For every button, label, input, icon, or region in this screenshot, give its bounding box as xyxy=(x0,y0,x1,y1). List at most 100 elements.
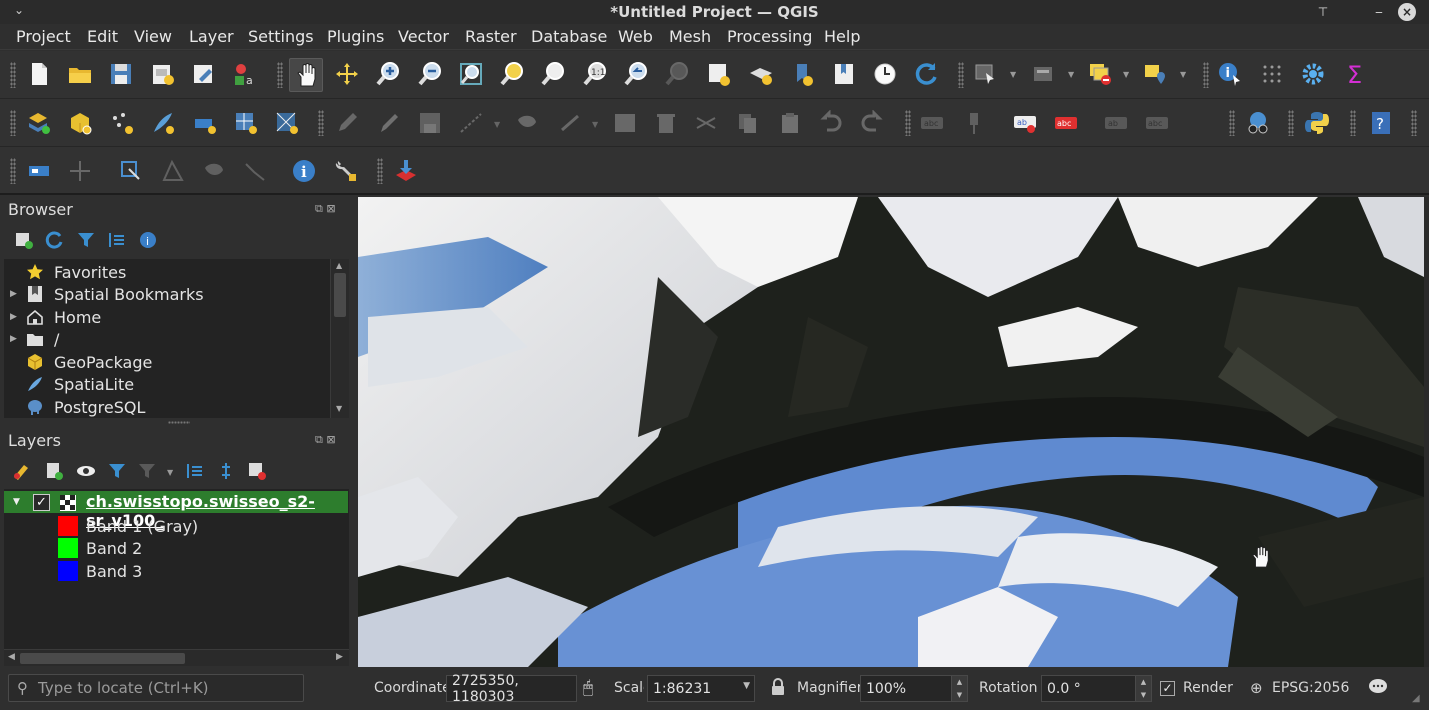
attribute-table-icon[interactable] xyxy=(1257,59,1287,89)
dropdown-caret[interactable]: ▼ xyxy=(1123,70,1131,79)
redo-icon[interactable] xyxy=(857,108,887,138)
undo-icon[interactable] xyxy=(816,108,846,138)
rotate-label-icon[interactable]: abc xyxy=(1142,108,1172,138)
browser-scrollbar[interactable]: ▲ ▼ xyxy=(330,259,349,418)
new-virtual-layer-icon[interactable] xyxy=(231,108,261,138)
expand-all-icon[interactable] xyxy=(185,461,205,485)
dropdown-caret[interactable]: ▼ xyxy=(592,120,600,129)
expand-arrow-icon[interactable]: ▶ xyxy=(10,312,17,322)
add-group-icon[interactable] xyxy=(44,461,64,485)
python-console-icon[interactable] xyxy=(1302,108,1332,138)
menu-help[interactable]: Help xyxy=(824,27,860,46)
close-panel-icon[interactable]: ⊠ xyxy=(326,433,335,446)
new-map-view-icon[interactable] xyxy=(704,59,734,89)
cut-features-icon[interactable] xyxy=(691,108,721,138)
menu-vector[interactable]: Vector xyxy=(398,27,449,46)
scroll-down-icon[interactable]: ▼ xyxy=(336,404,342,413)
zoom-native-resolution-icon[interactable]: 1:1 xyxy=(580,59,610,89)
messages-icon[interactable] xyxy=(1368,678,1388,700)
crs-globe-icon[interactable]: ⊕ xyxy=(1250,679,1263,697)
menu-settings[interactable]: Settings xyxy=(248,27,314,46)
layer-labeling-options-icon[interactable]: ab xyxy=(1010,108,1040,138)
scrollbar-thumb[interactable] xyxy=(334,273,346,317)
menu-database[interactable]: Database xyxy=(531,27,607,46)
toolbar-grip[interactable] xyxy=(10,62,16,88)
annotation-tool-icon[interactable] xyxy=(199,156,229,186)
save-layer-edits-icon[interactable] xyxy=(415,108,445,138)
dropdown-caret[interactable]: ▼ xyxy=(494,120,502,129)
resize-grip-icon[interactable]: ◢ xyxy=(1412,693,1420,704)
menu-edit[interactable]: Edit xyxy=(87,27,118,46)
lock-scale-icon[interactable] xyxy=(770,677,786,701)
dropdown-caret[interactable]: ▼ xyxy=(1068,70,1076,79)
new-temporary-layer-icon[interactable] xyxy=(190,108,220,138)
menu-layer[interactable]: Layer xyxy=(189,27,234,46)
float-panel-icon[interactable]: ⧉ xyxy=(315,202,323,215)
rotation-spinbox[interactable]: 0.0 ° ▲ ▼ xyxy=(1041,675,1152,702)
menu-view[interactable]: View xyxy=(134,27,172,46)
zoom-out-icon[interactable] xyxy=(415,59,445,89)
help-icon[interactable]: ? xyxy=(1366,108,1396,138)
menu-plugins[interactable]: Plugins xyxy=(327,27,384,46)
remove-layer-icon[interactable] xyxy=(247,461,267,485)
toolbar-grip[interactable] xyxy=(377,158,383,184)
map-canvas[interactable] xyxy=(358,197,1424,667)
new-shapefile-layer-icon[interactable] xyxy=(107,108,137,138)
select-by-value-icon[interactable] xyxy=(1028,59,1058,89)
collapse-all-icon[interactable] xyxy=(107,230,127,254)
new-project-icon[interactable] xyxy=(24,59,54,89)
new-spatial-bookmark-icon[interactable] xyxy=(788,59,818,89)
locator-search-input[interactable]: ⚲ Type to locate (Ctrl+K) xyxy=(8,674,304,702)
download-layer-icon[interactable] xyxy=(391,156,421,186)
open-layer-styling-icon[interactable] xyxy=(12,461,32,485)
measure-area-icon[interactable] xyxy=(116,156,146,186)
spin-buttons[interactable]: ▲ ▼ xyxy=(1135,676,1151,701)
current-edits-icon[interactable] xyxy=(332,108,362,138)
temporal-controller-icon[interactable] xyxy=(870,59,900,89)
close-window-icon[interactable]: × xyxy=(1398,3,1416,21)
toolbar-grip[interactable] xyxy=(10,158,16,184)
deselect-features-icon[interactable] xyxy=(1085,59,1115,89)
highlight-unplaced-labels-icon[interactable]: abc xyxy=(1051,108,1081,138)
browser-item-home[interactable]: Home xyxy=(26,306,101,328)
wrench-tools-icon[interactable] xyxy=(331,156,361,186)
spin-buttons[interactable]: ▲ ▼ xyxy=(951,676,967,701)
globe-binoculars-icon[interactable] xyxy=(1243,108,1273,138)
new-3d-map-view-icon[interactable] xyxy=(746,59,776,89)
zoom-full-icon[interactable] xyxy=(456,59,486,89)
layers-panel-controls[interactable]: ⧉ ⊠ xyxy=(315,433,336,447)
vertex-tool-icon[interactable] xyxy=(556,108,586,138)
spin-down-icon[interactable]: ▼ xyxy=(1141,691,1146,699)
menu-web[interactable]: Web xyxy=(618,27,653,46)
crs-button[interactable]: EPSG:2056 xyxy=(1272,680,1349,696)
statistical-summary-icon[interactable]: Σ xyxy=(1340,59,1370,89)
browser-item-spatial-bookmarks[interactable]: Spatial Bookmarks xyxy=(26,283,204,305)
magnifier-spinbox[interactable]: 100% ▲ ▼ xyxy=(860,675,968,702)
close-panel-icon[interactable]: ⊠ xyxy=(326,202,335,215)
spin-up-icon[interactable]: ▲ xyxy=(957,678,962,686)
toolbar-grip[interactable] xyxy=(318,110,324,136)
paste-features-icon[interactable] xyxy=(775,108,805,138)
menu-mesh[interactable]: Mesh xyxy=(669,27,711,46)
show-bookmarks-icon[interactable] xyxy=(829,59,859,89)
digitize-line-icon[interactable] xyxy=(456,108,486,138)
browser-item-postgresql[interactable]: PostgreSQL xyxy=(26,396,145,418)
refresh-browser-icon[interactable] xyxy=(44,230,64,254)
style-manager-icon[interactable]: a xyxy=(230,59,260,89)
toolbar-grip[interactable] xyxy=(1288,110,1294,136)
zoom-to-selection-icon[interactable] xyxy=(497,59,527,89)
measure-line-icon[interactable] xyxy=(65,156,95,186)
select-features-icon[interactable] xyxy=(970,59,1000,89)
open-project-icon[interactable] xyxy=(65,59,95,89)
minimize-icon[interactable]: ‒ xyxy=(1370,3,1388,21)
select-by-location-icon[interactable] xyxy=(1140,59,1170,89)
delete-selected-icon[interactable] xyxy=(651,108,681,138)
browser-item-geopackage[interactable]: GeoPackage xyxy=(26,351,152,373)
measure-angle-icon[interactable] xyxy=(158,156,188,186)
panel-splitter-handle[interactable] xyxy=(168,421,190,424)
menu-project[interactable]: Project xyxy=(16,27,71,46)
scroll-right-icon[interactable]: ▶ xyxy=(336,652,343,662)
layout-manager-icon[interactable] xyxy=(189,59,219,89)
toolbar-grip[interactable] xyxy=(10,110,16,136)
identify-features-icon[interactable]: i xyxy=(1215,59,1245,89)
